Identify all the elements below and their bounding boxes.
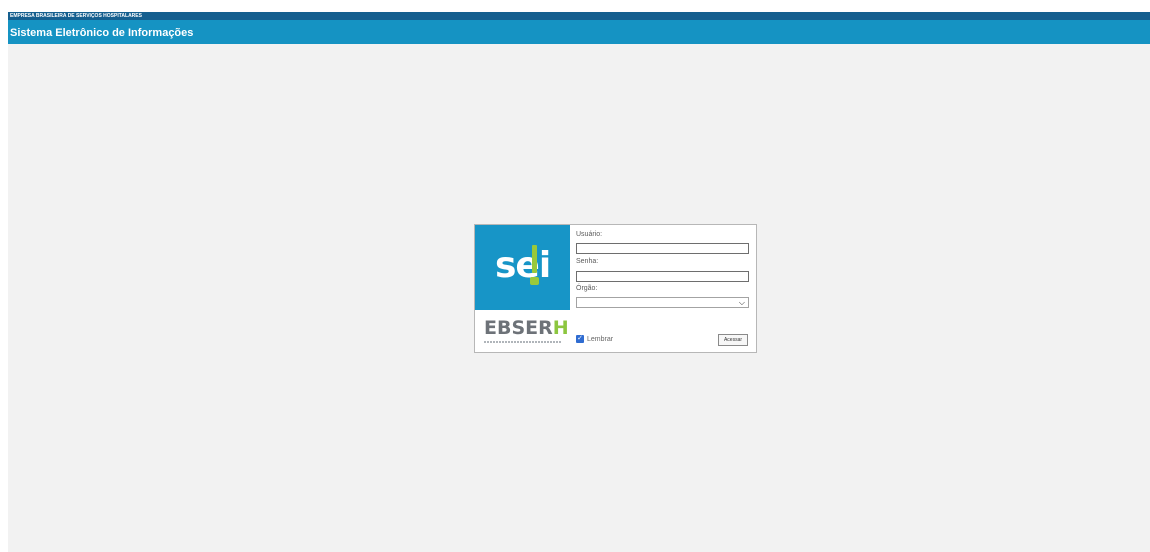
- sei-logo-panel: sei: [475, 225, 570, 310]
- password-input[interactable]: [576, 271, 749, 282]
- sei-logo-exclamation-dot: [530, 277, 539, 285]
- remember-checkbox[interactable]: ✓: [576, 335, 584, 343]
- org-select[interactable]: ⌵: [576, 297, 749, 308]
- login-box: sei EBSERH Usuário: Senha: Órgão: ⌵ ✓ Le…: [474, 224, 757, 353]
- org-name: EMPRESA BRASILEIRA DE SERVIÇOS HOSPITALA…: [10, 13, 142, 19]
- username-label: Usuário:: [576, 231, 603, 238]
- system-title-bar: Sistema Eletrônico de Informações: [8, 20, 1150, 44]
- remember-option[interactable]: ✓ Lembrar: [576, 335, 613, 343]
- sei-logo-exclamation-bar: [532, 245, 537, 273]
- access-button[interactable]: Acessar: [718, 334, 748, 346]
- remember-label: Lembrar: [587, 335, 614, 343]
- org-header-bar: EMPRESA BRASILEIRA DE SERVIÇOS HOSPITALA…: [8, 12, 1150, 20]
- password-label: Senha:: [576, 258, 599, 265]
- ebserh-logo-panel: EBSERH: [475, 311, 570, 352]
- username-input[interactable]: [576, 243, 749, 254]
- ebserh-logo: EBSERH: [484, 317, 569, 339]
- chevron-down-icon: ⌵: [738, 298, 745, 307]
- sei-logo-text: sei: [495, 245, 551, 286]
- system-title: Sistema Eletrônico de Informações: [10, 27, 194, 39]
- org-label: Órgão:: [576, 285, 598, 292]
- ebserh-tagline: [484, 341, 562, 343]
